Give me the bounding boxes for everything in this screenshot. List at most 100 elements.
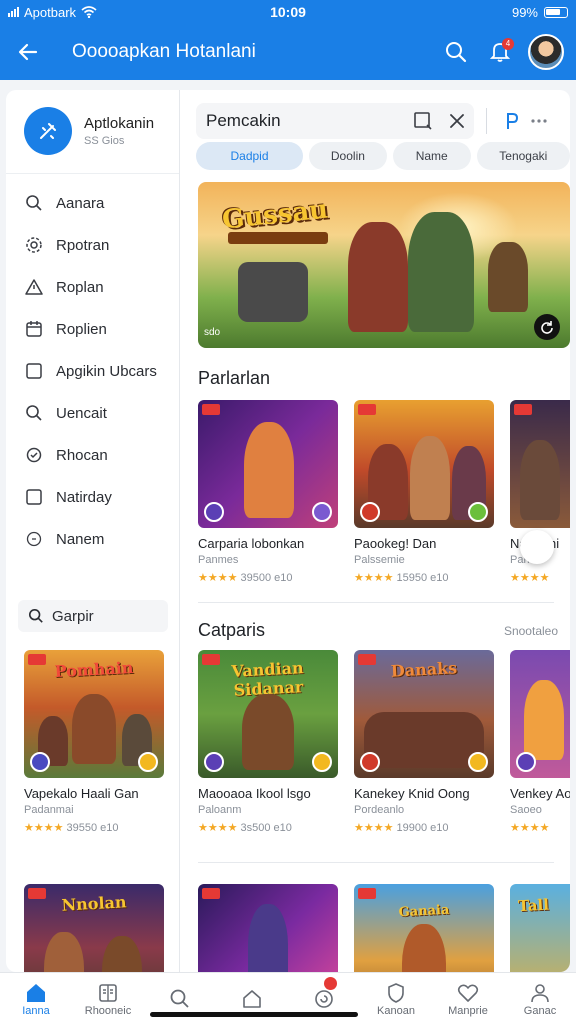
sidebar-item-label: Uencait xyxy=(56,404,107,422)
game-card[interactable]: Vandian Sidanar Maooaoa Ikool lsgo Paloa… xyxy=(198,650,338,834)
game-rating: ★★★★ xyxy=(510,821,570,834)
avatar[interactable] xyxy=(528,34,564,70)
game-card[interactable]: Ganaia xyxy=(354,884,494,972)
game-thumbnail xyxy=(198,884,338,972)
game-rating: ★★★★ 39550 e10 xyxy=(24,822,119,834)
search-button[interactable] xyxy=(434,30,478,74)
featured-banner[interactable]: Gussau sdo xyxy=(198,182,570,348)
pin-button[interactable] xyxy=(497,111,525,131)
character-art xyxy=(244,422,294,518)
chip-name[interactable]: Name xyxy=(392,142,471,170)
rating-badge xyxy=(468,502,488,522)
game-thumbnail: Pomhain xyxy=(24,650,164,778)
platform-badge xyxy=(360,752,380,772)
game-card[interactable]: Venkey Ao Saoeo ★★★★ xyxy=(510,650,570,834)
search-row: Pemcakin xyxy=(196,102,556,140)
game-card[interactable]: Tall xyxy=(510,884,570,972)
sidebar-item-natirday[interactable]: Natirday xyxy=(6,476,179,518)
tools-icon xyxy=(40,122,56,139)
chip-dadpid[interactable]: Dadpid xyxy=(196,142,303,170)
brand-subtitle: SS Gios xyxy=(84,134,125,147)
chip-tenogaki[interactable]: Tenogaki xyxy=(476,142,570,170)
sidebar-item-label: Roplan xyxy=(56,278,104,296)
sidebar-item-nanem[interactable]: Nanem xyxy=(6,518,179,560)
stars-icon: ★★★★ xyxy=(510,572,550,584)
character-art xyxy=(348,222,408,332)
hot-tag xyxy=(202,888,220,899)
filter-chips: Dadpid Doolin Name Tenogaki xyxy=(196,142,570,172)
search-icon xyxy=(169,987,191,1011)
more-button[interactable] xyxy=(525,118,553,124)
thumbnail-title: Ganaia xyxy=(398,902,450,921)
game-title: Carparia lobonkan xyxy=(198,536,305,551)
sidebar-nav: Aanara Rpotran Roplan Roplien Apgikin Ub… xyxy=(6,174,179,560)
vehicle-art xyxy=(238,262,308,322)
stars-icon: ★★★★ xyxy=(198,822,238,834)
thumbnail-title: Pomhain xyxy=(54,657,134,682)
warning-icon xyxy=(24,277,44,297)
game-card[interactable]: Carparia lobonkan Panmes ★★★★ 39500 e10 xyxy=(198,400,338,584)
game-rating: ★★★★ 15950 e10 xyxy=(354,572,449,584)
nav-profile[interactable]: Ganac xyxy=(504,973,576,1024)
game-thumbnail xyxy=(510,650,570,778)
game-card[interactable]: Paookeg! Dan Palssemie ★★★★ 15950 e10 xyxy=(354,400,494,584)
rating-badge xyxy=(312,752,332,772)
close-icon xyxy=(450,114,464,128)
chip-doolin[interactable]: Doolin xyxy=(309,142,387,170)
banner-logo: Gussau xyxy=(220,194,330,236)
game-card[interactable] xyxy=(198,884,338,972)
game-publisher: Paloanm xyxy=(198,804,242,816)
home-outline-icon xyxy=(241,987,263,1011)
sidebar-item-rhocan[interactable]: Rhocan xyxy=(6,434,179,476)
nav-favorites[interactable]: Manprie xyxy=(432,973,504,1024)
game-card[interactable]: Pomhain Vapekalo Haali Gan Padanmai ★★★★… xyxy=(24,650,164,834)
nav-kanoan[interactable]: Kanoan xyxy=(360,973,432,1024)
hot-tag xyxy=(202,404,220,415)
rating-badge xyxy=(138,752,158,772)
game-card[interactable]: Nnolan xyxy=(24,884,164,972)
game-rating: ★★★★ 3s500 e10 xyxy=(198,822,292,834)
back-button[interactable] xyxy=(0,24,56,80)
nav-library[interactable]: Rhooneic xyxy=(72,973,144,1024)
heart-icon xyxy=(457,981,479,1005)
sidebar-item-aanara[interactable]: Aanara xyxy=(6,182,179,224)
game-title: Venkey Ao xyxy=(510,786,570,801)
game-card[interactable]: Danaks Kanekey Knid Oong Pordeanlo ★★★★ … xyxy=(354,650,494,834)
sidebar-search-input[interactable]: Garpir xyxy=(18,600,168,632)
sidebar-item-rpotran[interactable]: Rpotran xyxy=(6,224,179,266)
scroll-handle[interactable] xyxy=(520,530,554,564)
nav-home[interactable]: Ianna xyxy=(0,973,72,1024)
user-icon xyxy=(529,981,551,1005)
platform-badge xyxy=(516,752,536,772)
rating-badge xyxy=(312,502,332,522)
refresh-icon xyxy=(313,987,335,1011)
book-icon xyxy=(97,981,119,1005)
game-rating: ★★★★ 39500 e10 xyxy=(198,572,293,584)
search-input[interactable]: Pemcakin xyxy=(196,103,474,139)
notifications-button[interactable]: 4 xyxy=(478,30,522,74)
section-title: Parlarlan xyxy=(198,368,271,388)
filter-button[interactable] xyxy=(406,104,440,138)
game-thumbnail: Tall xyxy=(510,884,570,972)
sidebar-item-label: Nanem xyxy=(56,530,105,548)
pin-icon xyxy=(507,113,519,129)
square-icon xyxy=(24,361,44,381)
sidebar-item-roplien[interactable]: Roplien xyxy=(6,308,179,350)
brand-header: Aptlokanin SS Gios xyxy=(6,90,179,174)
character-art xyxy=(248,904,288,972)
sidebar-item-uencait[interactable]: Uencait xyxy=(6,392,179,434)
brand-name: Aptlokanin xyxy=(84,114,155,132)
home-indicator[interactable] xyxy=(150,1012,358,1017)
sidebar-item-roplan[interactable]: Roplan xyxy=(6,266,179,308)
stars-icon: ★★★★ xyxy=(24,822,64,834)
thumbnail-title: Danaks xyxy=(390,658,458,681)
hot-tag xyxy=(514,404,532,415)
platform-badge xyxy=(204,502,224,522)
notification-badge: 4 xyxy=(502,38,514,50)
game-thumbnail: Vandian Sidanar xyxy=(198,650,338,778)
square-search-icon xyxy=(414,112,432,130)
sidebar-item-apgikin[interactable]: Apgikin Ubcars xyxy=(6,350,179,392)
see-all-link[interactable]: Snootaleo xyxy=(504,624,558,638)
replay-button[interactable] xyxy=(534,314,560,340)
clear-search-button[interactable] xyxy=(440,104,474,138)
